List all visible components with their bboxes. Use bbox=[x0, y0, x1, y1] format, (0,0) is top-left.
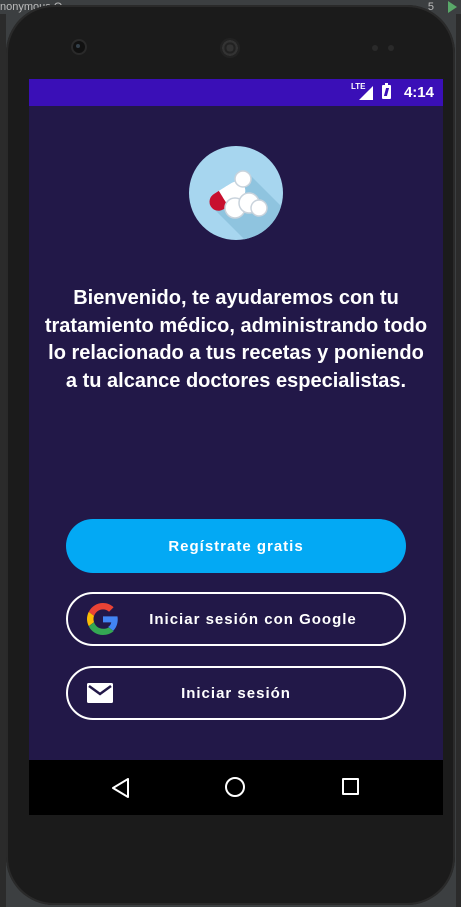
register-button-label: Regístrate gratis bbox=[168, 537, 304, 555]
ide-right-gutter bbox=[456, 14, 461, 907]
welcome-message: Bienvenido, te ayudaremos con tu tratami… bbox=[44, 287, 428, 392]
run-icon[interactable] bbox=[448, 1, 457, 13]
app-screen: LTE 4:14 Bienvenido, te ayudaremos con t… bbox=[29, 79, 443, 815]
status-time: 4:14 bbox=[403, 84, 434, 101]
status-bar: LTE 4:14 bbox=[29, 79, 443, 106]
battery-charging-icon bbox=[382, 83, 391, 99]
login-button[interactable]: Iniciar sesión bbox=[66, 666, 406, 720]
recents-icon[interactable] bbox=[342, 778, 359, 795]
signal-icon bbox=[359, 86, 373, 100]
light-sensor bbox=[388, 45, 394, 51]
pills-icon bbox=[209, 170, 283, 240]
home-icon[interactable] bbox=[225, 777, 245, 797]
navigation-bar bbox=[29, 760, 443, 815]
back-icon[interactable] bbox=[111, 778, 131, 798]
mail-icon bbox=[87, 683, 113, 703]
google-signin-button[interactable]: Iniciar sesión con Google bbox=[66, 592, 406, 646]
google-icon bbox=[87, 603, 118, 635]
earpiece-speaker bbox=[220, 38, 240, 58]
device-frame: LTE 4:14 Bienvenido, te ayudaremos con t… bbox=[6, 5, 455, 905]
proximity-sensor bbox=[372, 45, 378, 51]
login-button-label: Iniciar sesión bbox=[181, 684, 291, 702]
app-logo bbox=[189, 146, 283, 240]
register-button[interactable]: Regístrate gratis bbox=[66, 519, 406, 573]
google-button-label: Iniciar sesión con Google bbox=[149, 610, 357, 628]
front-camera bbox=[73, 41, 85, 53]
